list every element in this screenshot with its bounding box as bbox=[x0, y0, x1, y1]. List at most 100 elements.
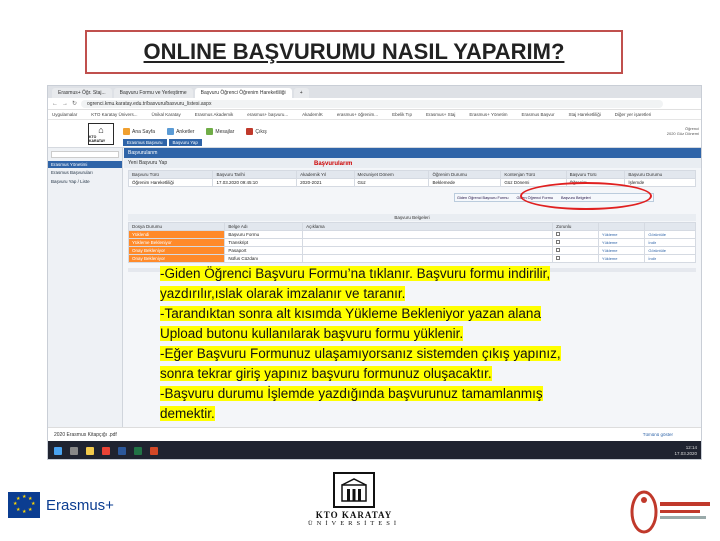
breadcrumb-item[interactable]: Başvuru Yap bbox=[168, 139, 202, 146]
logout-icon bbox=[246, 128, 254, 135]
bookmark[interactable]: Erasmus+ Staj bbox=[426, 112, 455, 117]
table-header: Kontenjan Türü bbox=[500, 170, 567, 179]
upload-button[interactable]: Yükleme bbox=[602, 232, 618, 237]
bookmark[interactable]: Ünikal Karatay bbox=[151, 112, 180, 117]
national-agency-logo bbox=[626, 488, 716, 536]
table-header: Başvuru Tarihi bbox=[212, 170, 298, 179]
explorer-icon[interactable] bbox=[86, 447, 94, 455]
instruction-line: -Giden Öğrenci Başvuru Formu’na tıklanır… bbox=[160, 266, 551, 281]
view-button[interactable]: Görüntüle bbox=[648, 232, 666, 237]
instruction-line: -Başvuru durumu İşlemde yazdığında başvu… bbox=[160, 386, 543, 401]
table-header: Mezuniyet Dönem bbox=[353, 170, 430, 179]
downloaded-file[interactable]: 2020 Erasmus Kitapçığı .pdf bbox=[54, 432, 117, 438]
bookmark[interactable]: KTO Karatay Ünivers... bbox=[91, 112, 137, 117]
excel-icon[interactable] bbox=[134, 447, 142, 455]
checkbox[interactable] bbox=[556, 240, 561, 244]
new-tab-button[interactable]: + bbox=[293, 88, 309, 98]
bookmark[interactable]: Erasmus+ Yönetim bbox=[469, 112, 507, 117]
new-application-button[interactable]: Yeni Başvuru Yap bbox=[124, 158, 701, 168]
eu-flag-icon: ★ ★ ★ ★ ★ ★ ★ ★ bbox=[8, 492, 40, 518]
reload-icon[interactable]: ↻ bbox=[72, 100, 77, 107]
sidebar-item[interactable]: Başvuru Yap / Liste bbox=[48, 177, 122, 186]
sidebar-search-input[interactable] bbox=[51, 151, 119, 158]
app-toolbar: Ana Sayfa Anketler Mesajlar Çıkış bbox=[123, 128, 279, 135]
sidebar: Erasmus Yönetimi Erasmus Başvuruları Baş… bbox=[48, 148, 123, 438]
ktu-logo-small: ⌂ KTO KARATAY bbox=[88, 123, 114, 145]
instruction-line: sonra tekrar giriş yapınız başvuru formu… bbox=[160, 366, 492, 381]
breadcrumb: Erasmus Başvuru Başvuru Yap bbox=[123, 139, 204, 146]
upload-button[interactable]: Yükleme bbox=[602, 256, 618, 261]
show-all-downloads-link[interactable]: Tümünü göster bbox=[643, 432, 673, 437]
table-row: Onay Bekleniyor Pasaport Yükleme Görüntü… bbox=[127, 246, 696, 255]
forward-icon[interactable]: → bbox=[62, 101, 68, 107]
table-header: Başvuru Türü bbox=[127, 170, 214, 179]
erasmus-logo: ★ ★ ★ ★ ★ ★ ★ ★ Erasmus+ bbox=[8, 492, 114, 518]
chrome-icon[interactable] bbox=[102, 447, 110, 455]
mail-icon bbox=[206, 128, 214, 135]
table-row: Yükleme Bekleniyor Transkript Yükleme İn… bbox=[127, 238, 696, 247]
view-button[interactable]: Görüntüle bbox=[648, 248, 666, 253]
powerpoint-icon[interactable] bbox=[150, 447, 158, 455]
table-header: Açıklama bbox=[302, 222, 554, 231]
outgoing-student-form-link[interactable]: Giden Öğrenci Başvuru Formu bbox=[455, 196, 509, 200]
download-button[interactable]: İndir bbox=[648, 256, 656, 261]
table-header: Belge Adı bbox=[224, 222, 304, 231]
logout-button[interactable]: Çıkış bbox=[246, 128, 267, 135]
url-field[interactable]: ogrenci.kmu.karatay.edu.tr/basvuru/basvu… bbox=[81, 99, 663, 108]
bookmark[interactable]: Erasmus Akademik bbox=[195, 112, 234, 117]
bookmark[interactable]: Staj Hareketliliği bbox=[568, 112, 600, 117]
table-header: Dosya Durumu bbox=[127, 222, 226, 231]
documents-table: Dosya Durumu Belge Adı Açıklama Zorunlu … bbox=[127, 222, 696, 263]
bookmark[interactable]: Erasmus Başvur bbox=[521, 112, 554, 117]
download-button[interactable]: İndir bbox=[648, 240, 656, 245]
breadcrumb-item[interactable]: Erasmus Başvuru bbox=[123, 139, 167, 146]
surveys-button[interactable]: Anketler bbox=[167, 128, 194, 135]
instruction-line: demektir. bbox=[160, 406, 215, 421]
back-icon[interactable]: ← bbox=[52, 101, 58, 107]
sidebar-item[interactable]: Erasmus Başvuruları bbox=[48, 168, 122, 177]
browser-tab-bar: Erasmus+ Öğr. Staj... Başvuru Formu ve Y… bbox=[48, 86, 701, 98]
checkbox[interactable] bbox=[556, 256, 561, 260]
ktu-emblem-icon bbox=[333, 472, 375, 508]
slide-title-box: ONLINE BAŞVURUMU NASIL YAPARIM? bbox=[85, 30, 623, 74]
highlight-ellipse bbox=[520, 182, 652, 210]
word-icon[interactable] bbox=[118, 447, 126, 455]
checkbox[interactable] bbox=[556, 232, 561, 236]
messages-button[interactable]: Mesajlar bbox=[206, 128, 234, 135]
bookmark[interactable]: Diğer yer işaretleri bbox=[615, 112, 652, 117]
bookmark[interactable]: Ebelik Tıp bbox=[392, 112, 412, 117]
slide-title: ONLINE BAŞVURUMU NASIL YAPARIM? bbox=[143, 39, 565, 64]
table-header bbox=[597, 222, 646, 231]
table-header bbox=[644, 222, 696, 231]
browser-tab[interactable]: Erasmus+ Öğr. Staj... bbox=[52, 88, 112, 98]
app-header: ⌂ KTO KARATAY Ana Sayfa Anketler Mesajla… bbox=[48, 120, 701, 148]
ktu-name: KTO KARATAY bbox=[315, 510, 393, 520]
bookmark[interactable]: Uygulamalar bbox=[52, 112, 77, 117]
browser-tab[interactable]: Başvuru Formu ve Yerleştirme bbox=[113, 88, 193, 98]
instructions-text: -Giden Öğrenci Başvuru Formu’na tıklanır… bbox=[160, 264, 600, 424]
search-icon[interactable] bbox=[70, 447, 78, 455]
start-icon[interactable] bbox=[54, 447, 62, 455]
browser-tab-active[interactable]: Başvuru Öğrenci Öğrenim Hareketliliği bbox=[194, 88, 292, 98]
upload-button[interactable]: Yükleme bbox=[602, 248, 618, 253]
table-row: Yüklendi Başvuru Formu Yükleme Görüntüle bbox=[127, 230, 696, 239]
home-button[interactable]: Ana Sayfa bbox=[123, 128, 155, 135]
user-info: Öğrenci 2020 Güz Dönemi bbox=[666, 126, 699, 136]
red-section-title: Başvurularım bbox=[314, 161, 353, 167]
bookmark[interactable]: AkademİK bbox=[302, 112, 323, 117]
download-bar: 2020 Erasmus Kitapçığı .pdf Tümünü göste… bbox=[48, 427, 701, 441]
erasmus-text: Erasmus+ bbox=[46, 496, 114, 514]
instruction-line: -Tarandıktan sonra alt kısımda Yükleme B… bbox=[160, 306, 541, 321]
panel-title: Başvurularım bbox=[124, 148, 701, 158]
checkbox[interactable] bbox=[556, 248, 561, 252]
taskbar-clock: 12:14 17.03.2020 bbox=[674, 445, 697, 456]
bookmark[interactable]: erasmus+ başvuru... bbox=[247, 112, 288, 117]
table-header: Başvuru Türü bbox=[565, 170, 626, 179]
instruction-line: yazdırılır,ıslak olarak imzalanır ve tar… bbox=[160, 286, 406, 301]
bookmark[interactable]: erasmus+ öğrenim... bbox=[337, 112, 378, 117]
instruction-line: -Eğer Başvuru Formunuz ulaşamıyorsanız s… bbox=[160, 346, 561, 361]
upload-button[interactable]: Yükleme bbox=[602, 240, 618, 245]
address-bar-row: ← → ↻ ogrenci.kmu.karatay.edu.tr/basvuru… bbox=[48, 98, 701, 110]
ktu-logo: KTO KARATAY ÜNİVERSİTESİ bbox=[306, 472, 402, 532]
bookmarks-bar: Uygulamalar KTO Karatay Ünivers... Ünika… bbox=[48, 110, 701, 120]
